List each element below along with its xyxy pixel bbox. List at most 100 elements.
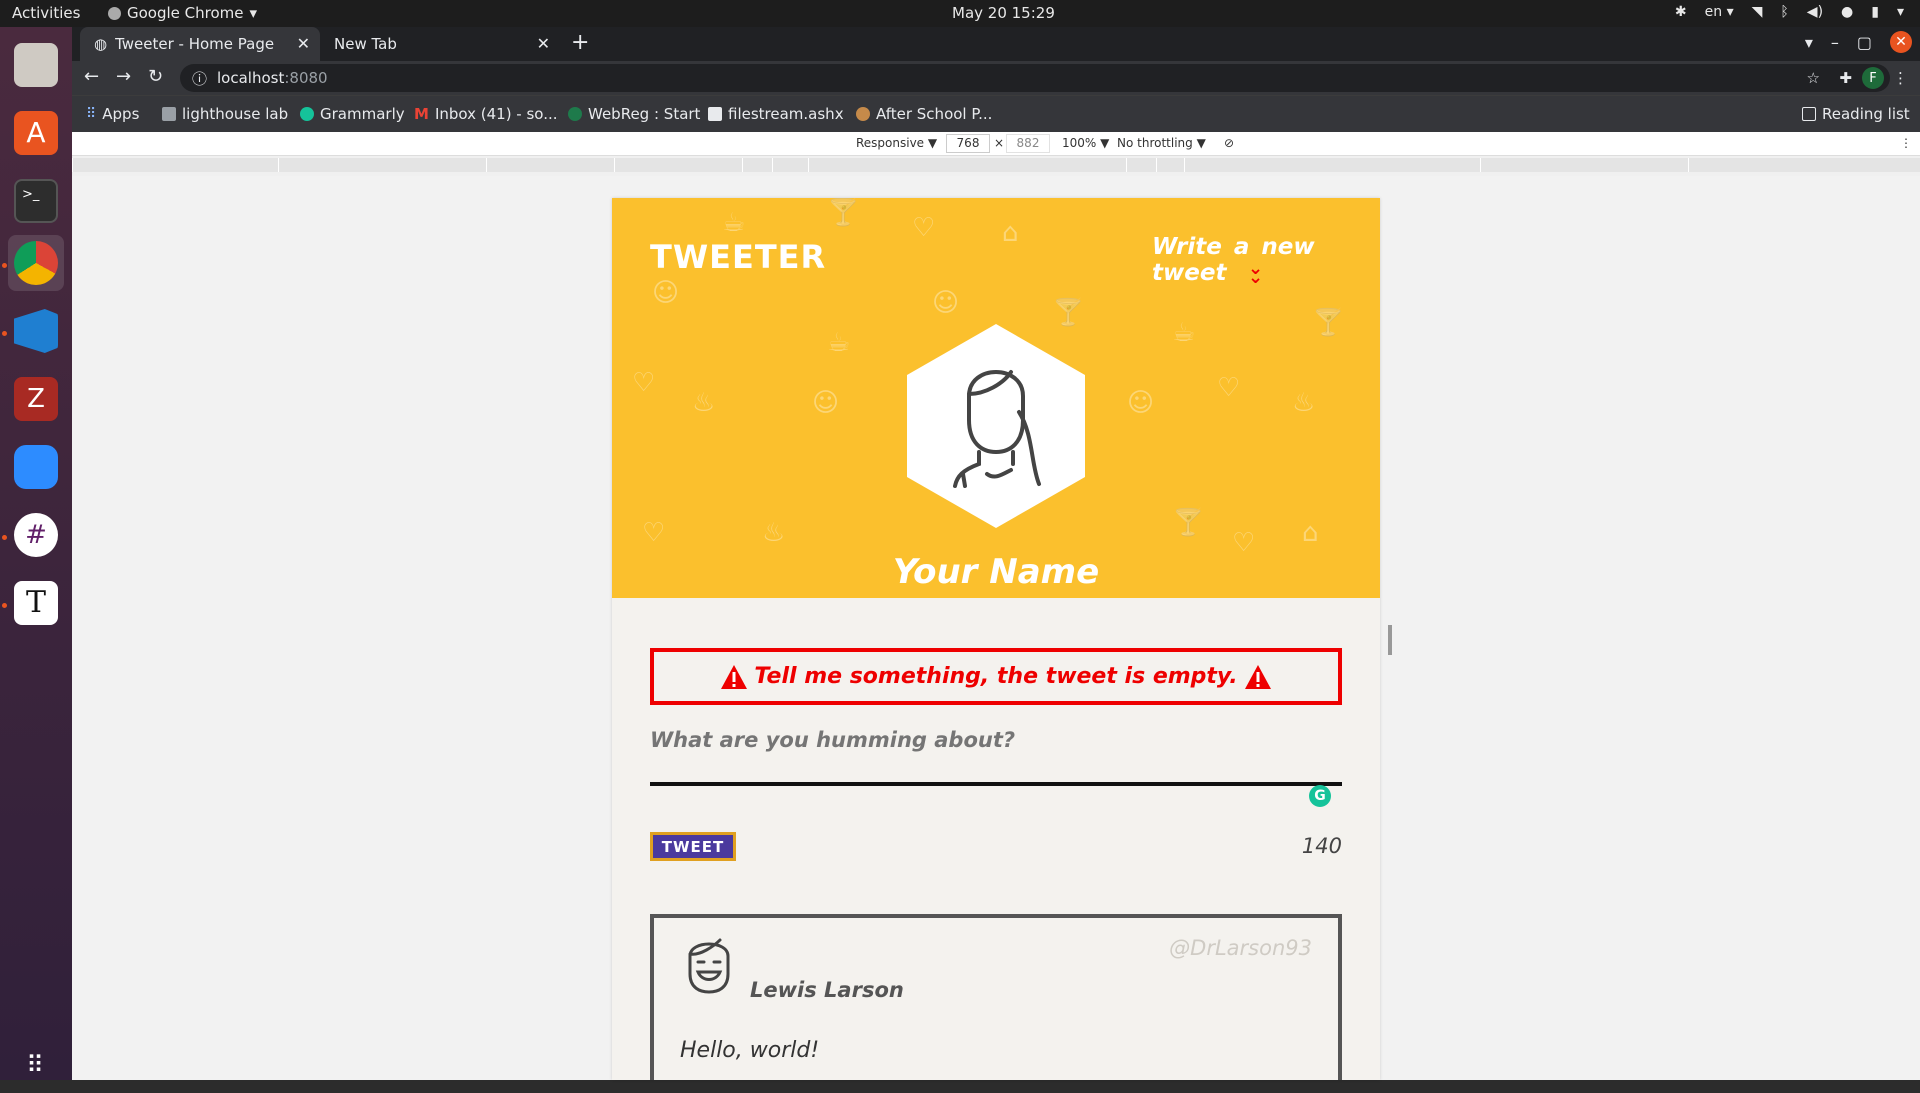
close-window-button[interactable]: ✕	[1890, 31, 1912, 53]
bookmark-lighthouse-lab[interactable]: lighthouse lab	[162, 105, 288, 123]
device-toolbar: Responsive ▼ 768 × 882 100% ▼ No throttl…	[72, 132, 1920, 156]
tab-search-icon[interactable]: ▾	[1805, 33, 1813, 52]
zoom-select[interactable]: 100% ▼	[1062, 136, 1109, 150]
back-arrow-icon[interactable]: ←	[84, 66, 99, 87]
gmail-icon: M	[414, 105, 429, 123]
media-query-segment[interactable]	[1688, 158, 1920, 172]
error-text: Tell me something, the tweet is empty.	[754, 664, 1238, 689]
man-avatar-icon	[688, 938, 730, 994]
media-query-segment[interactable]	[72, 158, 278, 172]
media-query-segment[interactable]	[1480, 158, 1688, 172]
media-query-segment[interactable]	[742, 158, 772, 172]
doodle-smile-icon: ☺	[932, 288, 960, 318]
tweet-compose-input[interactable]	[650, 728, 1342, 786]
media-query-segment[interactable]	[486, 158, 614, 172]
show-apps-button[interactable]: ⠿	[8, 1037, 64, 1093]
tab-tweeter-home[interactable]: ◍ Tweeter - Home Page ✕	[80, 27, 320, 61]
char-counter: 140	[1301, 834, 1342, 858]
power-menu-icon[interactable]: ▾	[1897, 4, 1904, 20]
system-tray[interactable]: ✱ en ▾ ◥ ᛒ ◀) ● ▮ ▾	[1675, 4, 1904, 20]
slack-launcher[interactable]: #	[8, 507, 64, 563]
info-icon[interactable]: ⓘ	[192, 68, 207, 89]
typora-launcher[interactable]: T	[8, 575, 64, 631]
rotate-icon[interactable]: ⊘	[1224, 136, 1234, 150]
microphone-icon[interactable]: ●	[1841, 4, 1853, 20]
maximize-button[interactable]: ▢	[1857, 33, 1872, 52]
zoom-launcher[interactable]	[8, 439, 64, 495]
bookmark-star-icon[interactable]: ☆	[1807, 69, 1820, 87]
viewport-height-input[interactable]: 882	[1006, 134, 1050, 153]
bluetooth-icon[interactable]: ᛒ	[1780, 4, 1788, 20]
device-select[interactable]: Responsive ▼	[856, 136, 937, 150]
chrome-icon	[14, 241, 58, 285]
wifi-icon[interactable]: ◥	[1752, 4, 1763, 20]
after-school-icon	[856, 107, 870, 121]
chrome-launcher[interactable]	[8, 235, 64, 291]
media-query-segment[interactable]	[1126, 158, 1156, 172]
terminal-launcher[interactable]: >_	[8, 173, 64, 229]
write-new-tweet-link[interactable]: Write a new tweet	[1152, 234, 1380, 286]
profile-avatar[interactable]: F	[1862, 67, 1884, 89]
doodle-smile-icon: ☺	[1127, 388, 1155, 418]
slack-tray-icon[interactable]: ✱	[1675, 4, 1687, 20]
software-launcher[interactable]: A	[8, 105, 64, 161]
volume-icon[interactable]: ◀)	[1807, 4, 1823, 20]
close-tab-icon[interactable]: ✕	[297, 34, 310, 53]
minimize-button[interactable]: –	[1831, 33, 1839, 52]
media-query-segment[interactable]	[1184, 158, 1480, 172]
doodle-cup-icon: ☕	[1172, 318, 1196, 348]
url-port: :8080	[284, 69, 328, 87]
bookmark-after-school[interactable]: After School P...	[856, 105, 992, 123]
viewport-width-input[interactable]: 768	[946, 134, 990, 153]
webreg-icon	[568, 107, 582, 121]
globe-icon: ◍	[94, 35, 108, 53]
double-chevron-down-icon[interactable]: ⌄ ⌄	[1248, 260, 1263, 287]
reading-list-icon	[1802, 107, 1816, 121]
apps-grid-icon: ⠿	[86, 106, 97, 122]
warning-icon	[721, 664, 748, 689]
app-menu[interactable]: Google Chrome ▾	[108, 4, 257, 22]
reload-icon[interactable]: ↻	[148, 66, 163, 87]
media-query-segment[interactable]	[808, 158, 1126, 172]
tab-label: New Tab	[334, 35, 397, 53]
bookmark-filestream[interactable]: filestream.ashx	[708, 105, 844, 123]
address-bar[interactable]: ⓘ localhost:8080 ☆ ✚ F ⋮	[180, 64, 1908, 92]
tweet-button[interactable]: TWEET	[650, 832, 736, 861]
media-query-segment[interactable]	[278, 158, 486, 172]
viewport-resize-handle[interactable]	[1388, 625, 1392, 655]
extensions-puzzle-icon[interactable]: ✚	[1839, 69, 1852, 87]
grammarly-icon[interactable]: G	[1309, 785, 1331, 807]
tweet-author: Lewis Larson	[750, 978, 904, 1002]
bookmark-grammarly[interactable]: Grammarly	[300, 105, 405, 123]
reading-list-button[interactable]: Reading list	[1802, 105, 1910, 123]
zotero-launcher[interactable]: Z	[8, 371, 64, 427]
media-query-segment[interactable]	[1156, 158, 1184, 172]
bookmark-inbox[interactable]: M Inbox (41) - so...	[414, 105, 558, 123]
tab-new-tab[interactable]: New Tab ✕	[320, 27, 560, 61]
bookmark-webreg[interactable]: WebReg : Start	[568, 105, 700, 123]
clock[interactable]: May 20 15:29	[952, 4, 1055, 22]
forward-arrow-icon[interactable]: →	[116, 66, 131, 87]
activities-button[interactable]: Activities	[12, 4, 80, 22]
language-indicator[interactable]: en ▾	[1705, 4, 1734, 20]
vscode-launcher[interactable]	[8, 303, 64, 359]
vscode-icon	[14, 309, 58, 353]
battery-icon[interactable]: ▮	[1871, 4, 1879, 20]
media-query-segment[interactable]	[772, 158, 808, 172]
files-icon	[14, 43, 58, 87]
device-toolbar-menu-icon[interactable]: ⋮	[1900, 136, 1912, 150]
chrome-menu-icon[interactable]: ⋮	[1893, 69, 1908, 87]
throttling-select[interactable]: No throttling ▼	[1117, 136, 1206, 150]
typora-icon: T	[14, 581, 58, 625]
doodle-chef-icon: ♨	[692, 388, 716, 418]
doodle-teapot-icon: ⌂	[1002, 218, 1019, 248]
files-launcher[interactable]	[8, 37, 64, 93]
doodle-cocktail-icon: 🍸	[827, 198, 860, 228]
url-host: localhost	[217, 69, 285, 87]
media-query-segment[interactable]	[614, 158, 742, 172]
ubuntu-dock: A >_ Z # T ⠿	[0, 27, 72, 1080]
bookmark-apps[interactable]: ⠿ Apps	[86, 105, 139, 123]
new-tab-button[interactable]: +	[571, 30, 589, 55]
os-top-bar: Activities Google Chrome ▾ May 20 15:29 …	[0, 0, 1920, 27]
close-tab-icon[interactable]: ✕	[537, 34, 550, 53]
